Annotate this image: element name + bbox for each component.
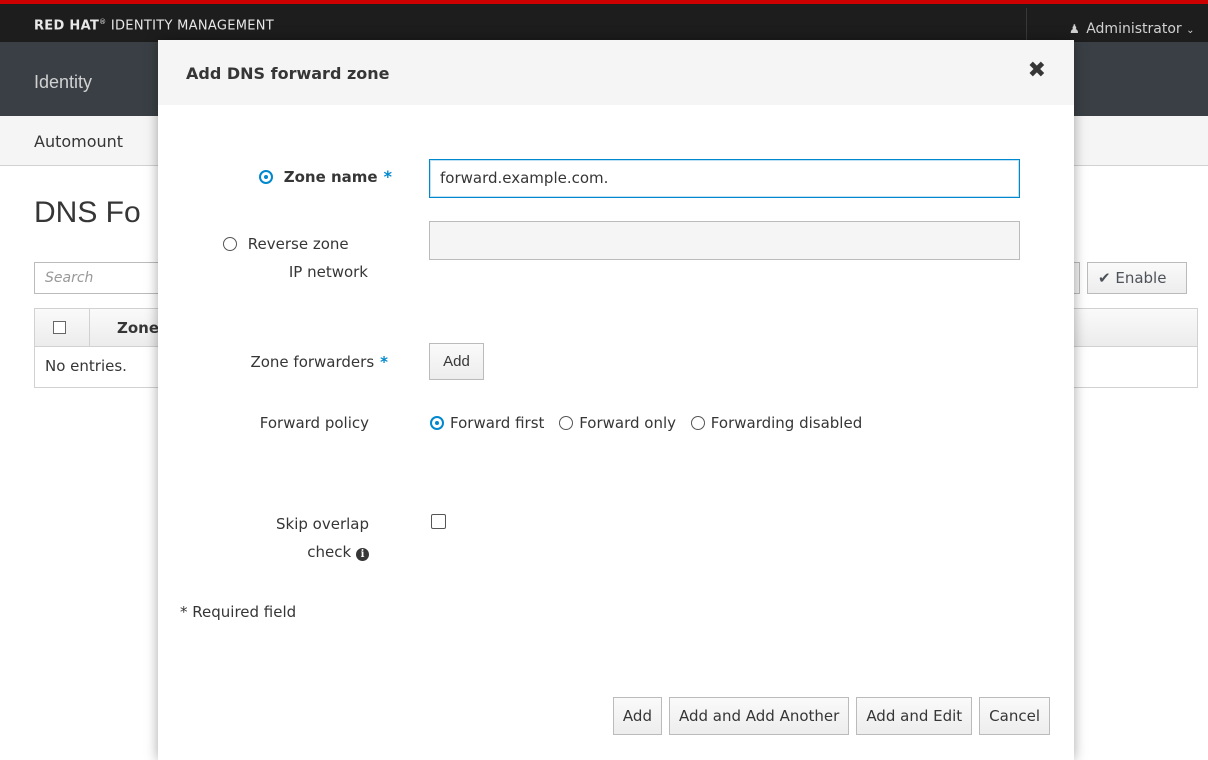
policy-option-forward-only[interactable]: Forward only (559, 414, 676, 432)
reverse-zone-radio[interactable] (223, 237, 237, 251)
dialog-footer: Add Add and Add Another Add and Edit Can… (612, 697, 1050, 735)
dialog-title: Add DNS forward zone (186, 64, 390, 83)
reverse-zone-label: Reverse zone (247, 235, 349, 253)
policy-radio-forward-first[interactable] (430, 416, 444, 430)
required-field-note: * Required field (180, 603, 297, 621)
zone-name-option[interactable]: Zone name * (242, 167, 392, 186)
add-forwarder-button[interactable]: Add (429, 343, 484, 380)
required-asterisk: * (380, 353, 388, 371)
policy-label-forwarding-disabled: Forwarding disabled (710, 414, 863, 432)
policy-option-forwarding-disabled[interactable]: Forwarding disabled (690, 414, 863, 432)
reverse-zone-label-line2: IP network (288, 263, 368, 281)
skip-overlap-checkbox[interactable] (431, 514, 446, 529)
dialog-header: Add DNS forward zone ✖ (158, 40, 1074, 105)
required-asterisk: * (383, 167, 392, 186)
zone-forwarders-label: Zone forwarders (250, 353, 375, 371)
close-icon[interactable]: ✖ (1028, 60, 1046, 82)
skip-overlap-label-line2: check (307, 543, 352, 561)
add-and-edit-button[interactable]: Add and Edit (856, 697, 973, 735)
policy-radio-forwarding-disabled[interactable] (690, 416, 705, 430)
info-icon[interactable]: i (356, 548, 369, 561)
forward-policy-label: Forward policy (259, 414, 369, 432)
policy-option-forward-first[interactable]: Forward first (430, 414, 544, 432)
add-dns-forward-zone-dialog: Add DNS forward zone ✖ Zone name * forwar… (158, 40, 1074, 760)
cancel-button[interactable]: Cancel (979, 697, 1050, 735)
reverse-zone-option[interactable]: Reverse zone IP network (218, 230, 368, 286)
skip-overlap-label: Skip overlap check i (188, 510, 369, 566)
forward-policy-options: Forward first Forward only Forwarding di… (430, 414, 872, 432)
zone-name-input[interactable]: forward.example.com. (429, 159, 1020, 198)
policy-radio-forward-only[interactable] (559, 416, 574, 430)
policy-label-forward-only: Forward only (579, 414, 677, 432)
add-and-add-another-button[interactable]: Add and Add Another (668, 697, 850, 735)
reverse-zone-input[interactable] (429, 221, 1020, 260)
policy-label-forward-first: Forward first (450, 414, 545, 432)
add-button[interactable]: Add (612, 697, 662, 735)
zone-forwarders-label-row: Zone forwarders * (188, 353, 388, 371)
zone-name-radio[interactable] (258, 170, 273, 184)
zone-name-label: Zone name (283, 168, 378, 186)
skip-overlap-label-line1: Skip overlap (276, 515, 369, 533)
